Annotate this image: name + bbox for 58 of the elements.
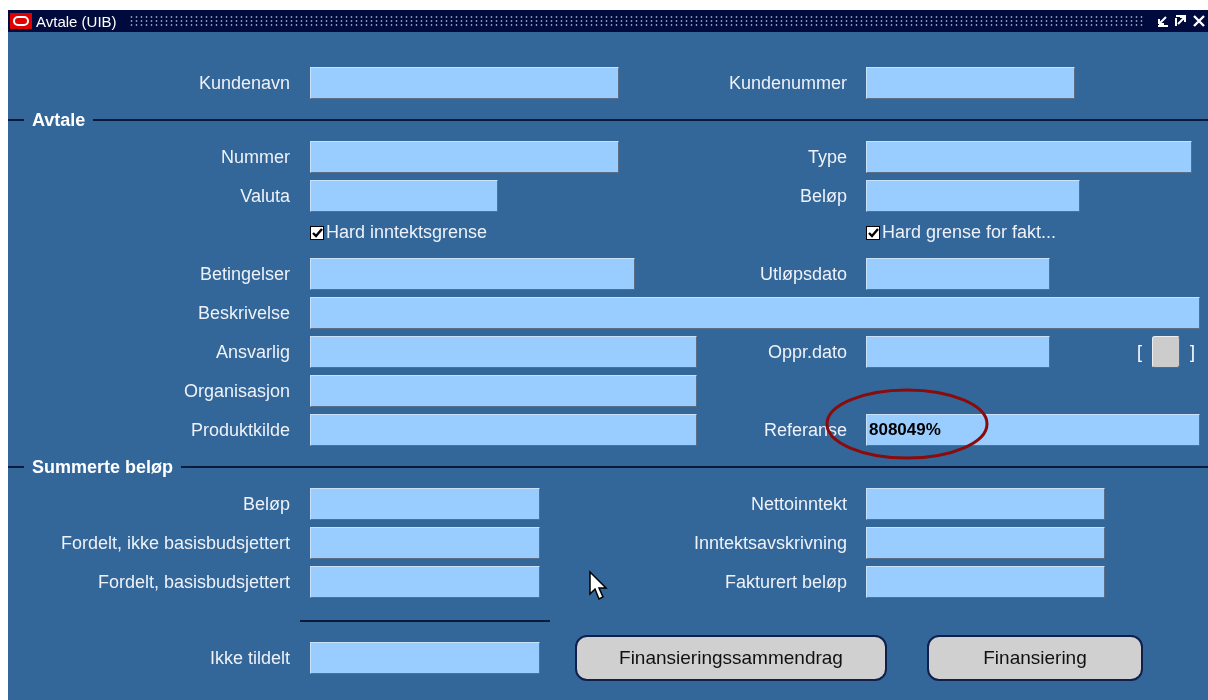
bracket-text: ] xyxy=(1190,341,1196,363)
maximize-icon xyxy=(1174,14,1188,28)
text-field[interactable] xyxy=(310,527,540,559)
text-field[interactable] xyxy=(310,67,619,99)
app-logo-icon xyxy=(10,13,32,29)
field-label: Utløpsdato xyxy=(759,263,848,285)
text-field[interactable] xyxy=(866,527,1105,559)
field-label: Fordelt, ikke basisbudsjettert xyxy=(59,532,290,554)
field-label: Ikke tildelt xyxy=(208,647,290,669)
checkbox-label[interactable]: Hard inntektsgrense xyxy=(326,222,488,243)
field-label: Nummer xyxy=(220,146,290,168)
text-field[interactable]: 808049% xyxy=(866,414,1200,446)
checkbox-label[interactable]: Hard grense for fakt... xyxy=(882,222,1057,243)
push-button[interactable]: Finansiering xyxy=(927,635,1143,681)
field-label: Inntektsavskrivning xyxy=(693,532,848,554)
field-label: Beløp xyxy=(241,493,290,515)
field-label: Valuta xyxy=(239,185,290,207)
text-field[interactable] xyxy=(310,642,540,674)
field-label: Ansvarlig xyxy=(214,341,290,363)
field-label: Beløp xyxy=(799,185,848,207)
field-label: Kundenummer xyxy=(728,72,848,94)
text-field[interactable] xyxy=(310,180,498,212)
field-label: Organisasjon xyxy=(182,380,290,402)
text-field[interactable] xyxy=(866,141,1192,173)
field-label: Nettoinntekt xyxy=(750,493,848,515)
field-label: Produktkilde xyxy=(189,419,290,441)
close-icon xyxy=(1192,14,1206,28)
field-label: Fordelt, basisbudsjettert xyxy=(96,571,290,593)
text-field[interactable] xyxy=(866,67,1075,99)
text-field[interactable] xyxy=(310,414,697,446)
text-field[interactable] xyxy=(866,566,1105,598)
text-field[interactable] xyxy=(310,258,635,290)
text-field[interactable] xyxy=(310,336,697,368)
field-label: Oppr.dato xyxy=(767,341,848,363)
window-title: Avtale (UIB) xyxy=(36,12,117,30)
section-title: Summerte beløp xyxy=(31,456,175,478)
text-field[interactable] xyxy=(310,375,697,407)
section-title: Avtale xyxy=(31,109,87,131)
field-label: Betingelser xyxy=(198,263,290,285)
push-button[interactable]: Finansieringssammendrag xyxy=(575,635,887,681)
mouse-pointer-icon xyxy=(588,570,610,602)
small-button[interactable] xyxy=(1152,336,1180,368)
text-field[interactable] xyxy=(866,180,1080,212)
text-field[interactable] xyxy=(310,141,619,173)
text-field[interactable] xyxy=(866,488,1105,520)
text-field[interactable] xyxy=(310,297,1200,329)
text-field[interactable] xyxy=(866,258,1050,290)
field-label: Beskrivelse xyxy=(196,302,290,324)
text-field[interactable] xyxy=(310,566,540,598)
checkbox[interactable] xyxy=(866,225,880,240)
bracket-text: [ xyxy=(1137,341,1142,363)
minimize-icon xyxy=(1156,14,1170,28)
field-label: Kundenavn xyxy=(197,72,290,94)
checkbox[interactable] xyxy=(310,225,324,240)
text-field[interactable] xyxy=(866,336,1050,368)
field-label: Fakturert beløp xyxy=(724,571,848,593)
field-label: Type xyxy=(807,146,848,168)
text-field[interactable] xyxy=(310,488,540,520)
